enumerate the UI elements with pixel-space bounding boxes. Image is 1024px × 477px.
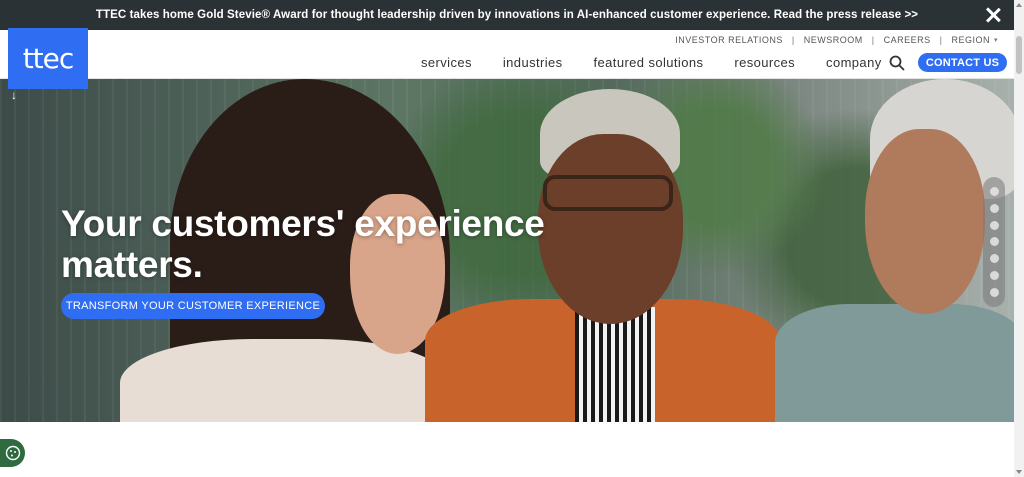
contact-us-button[interactable]: CONTACT US bbox=[918, 53, 1007, 72]
nav-item-industries[interactable]: industries bbox=[503, 55, 563, 70]
slide-dot[interactable] bbox=[989, 203, 999, 213]
hero-title: Your customers' experience matters. bbox=[61, 203, 545, 285]
hero-photo-person-3-face bbox=[865, 129, 985, 314]
util-link-region[interactable]: REGION bbox=[951, 35, 990, 45]
hero-photo-person-2-glasses bbox=[543, 175, 673, 211]
utility-nav: INVESTOR RELATIONS | NEWSROOM | CAREERS … bbox=[675, 35, 998, 45]
nav-item-resources[interactable]: resources bbox=[734, 55, 795, 70]
close-icon[interactable] bbox=[984, 6, 1002, 24]
transform-cx-button[interactable]: TRANSFORM YOUR CUSTOMER EXPERIENCE bbox=[61, 293, 325, 319]
slide-dot[interactable] bbox=[989, 271, 999, 281]
cookie-settings-icon[interactable] bbox=[0, 439, 25, 467]
search-icon[interactable] bbox=[889, 55, 905, 71]
util-separator: | bbox=[939, 35, 943, 45]
logo-text: ttec bbox=[22, 42, 75, 75]
ttec-logo[interactable]: ttec bbox=[8, 28, 88, 89]
slide-pagination bbox=[983, 177, 1005, 307]
hero-photo-person-2-face bbox=[538, 134, 683, 324]
announcement-bar[interactable]: TTEC takes home Gold Stevie® Award for t… bbox=[0, 0, 1014, 30]
hero-title-line-1: Your customers' experience bbox=[61, 203, 545, 244]
hero-banner: ↓ Your customers' experience matters. TR… bbox=[0, 79, 1014, 422]
page-scrollbar[interactable] bbox=[1014, 0, 1024, 477]
chevron-down-icon[interactable]: ▾ bbox=[994, 36, 998, 44]
scroll-down-arrow-icon[interactable] bbox=[1016, 470, 1022, 474]
nav-item-services[interactable]: services bbox=[421, 55, 472, 70]
nav-item-featured-solutions[interactable]: featured solutions bbox=[594, 55, 704, 70]
page: TTEC takes home Gold Stevie® Award for t… bbox=[0, 0, 1024, 477]
hero-photo-person-2-shirt bbox=[575, 307, 655, 422]
slide-dot[interactable] bbox=[989, 186, 999, 196]
slide-dot[interactable] bbox=[989, 287, 999, 297]
hero-title-line-2: matters. bbox=[61, 244, 203, 285]
scrollbar-thumb[interactable] bbox=[1016, 36, 1022, 74]
slide-dot[interactable] bbox=[989, 254, 999, 264]
hero-photo-person-3-body bbox=[775, 304, 1014, 422]
util-link-careers[interactable]: CAREERS bbox=[884, 35, 931, 45]
util-link-investor-relations[interactable]: INVESTOR RELATIONS bbox=[675, 35, 783, 45]
arrow-down-icon[interactable]: ↓ bbox=[6, 87, 22, 103]
nav-item-company[interactable]: company bbox=[826, 55, 882, 70]
slide-dot[interactable] bbox=[989, 220, 999, 230]
util-link-newsroom[interactable]: NEWSROOM bbox=[804, 35, 863, 45]
util-separator: | bbox=[871, 35, 875, 45]
util-separator: | bbox=[791, 35, 795, 45]
slide-dot[interactable] bbox=[989, 237, 999, 247]
main-nav: services industries featured solutions r… bbox=[421, 55, 913, 70]
announcement-text[interactable]: TTEC takes home Gold Stevie® Award for t… bbox=[96, 9, 918, 21]
scroll-up-arrow-icon[interactable] bbox=[1016, 3, 1022, 7]
